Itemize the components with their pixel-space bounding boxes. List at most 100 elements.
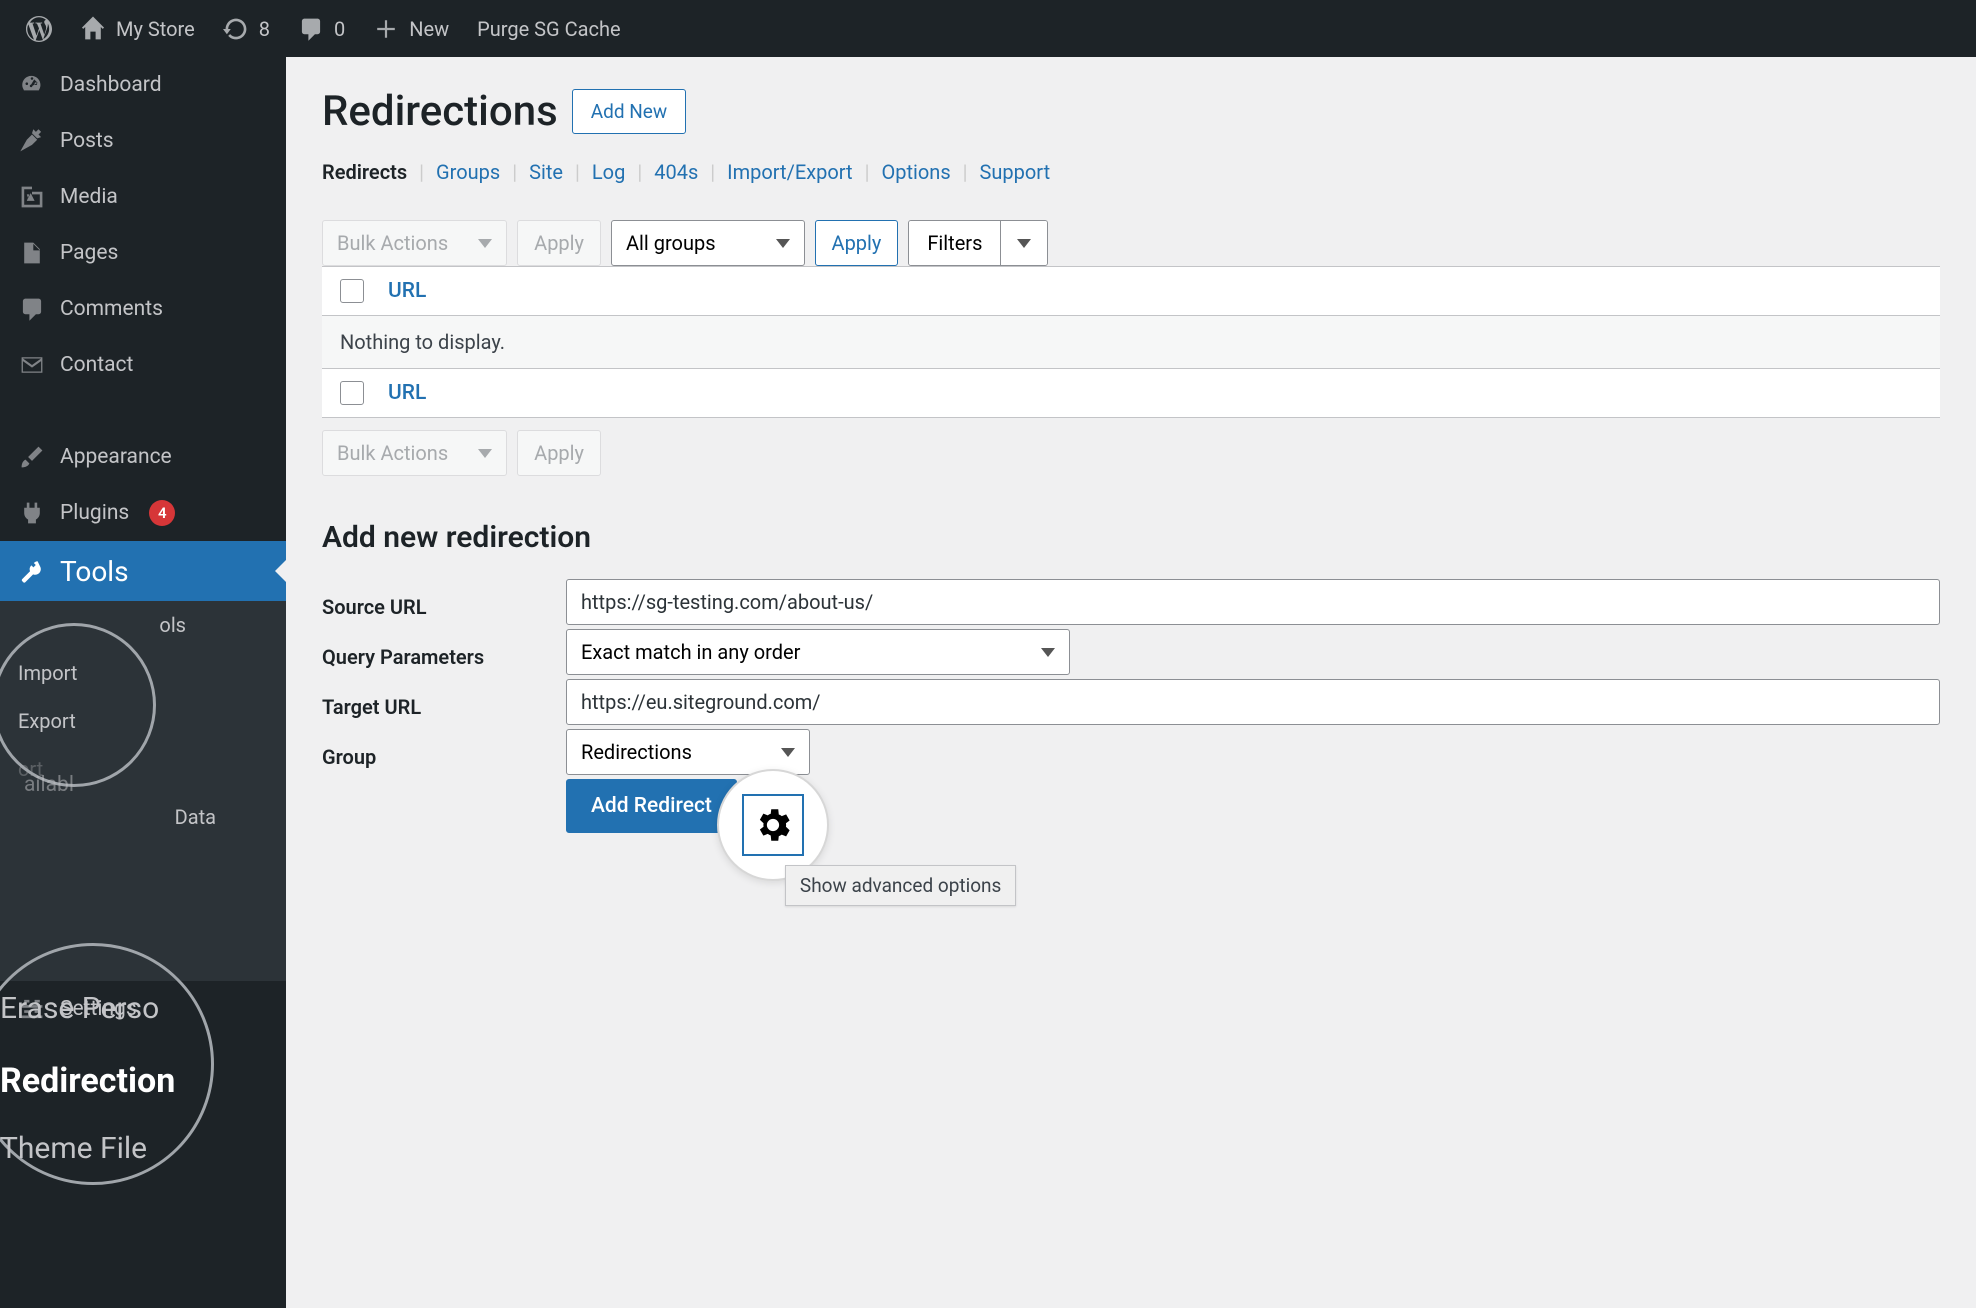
main-content: Redirections Add New Redirects| Groups| … [286, 57, 1976, 1308]
submenu-redirection[interactable] [0, 865, 286, 911]
filters-dropdown[interactable]: Filters [908, 220, 1048, 266]
submenu-available-tools[interactable]: ols [0, 601, 286, 649]
menu-dashboard[interactable]: Dashboard [0, 57, 286, 113]
wp-logo[interactable] [12, 0, 66, 57]
subnav-groups[interactable]: Groups [436, 160, 500, 184]
query-params-label: Query Parameters [322, 635, 566, 669]
subnav-import-export[interactable]: Import/Export [727, 160, 852, 184]
wordpress-icon [26, 16, 52, 42]
submenu-tools: ols Import Export ort Data [0, 601, 286, 981]
filter-apply-button[interactable]: Apply [815, 220, 899, 266]
new-content-link[interactable]: New [359, 0, 463, 57]
menu-plugins-label: Plugins [60, 501, 129, 525]
subnav: Redirects| Groups| Site| Log| 404s| Impo… [322, 160, 1940, 184]
settings-icon [18, 995, 46, 1023]
updates-icon [223, 16, 249, 42]
advanced-options-button[interactable] [742, 794, 804, 856]
select-all-checkbox-footer[interactable] [340, 381, 364, 405]
submenu-erase-data[interactable] [0, 841, 286, 865]
chevron-down-icon [781, 748, 795, 757]
menu-tools-label: Tools [60, 555, 129, 588]
plug-icon [18, 499, 46, 527]
query-params-select[interactable]: Exact match in any order [566, 629, 1070, 675]
submenu-import[interactable]: Import [0, 649, 286, 697]
source-url-label: Source URL [322, 585, 566, 619]
menu-pages-label: Pages [60, 241, 118, 265]
query-params-value: Exact match in any order [581, 640, 800, 664]
home-icon [80, 16, 106, 42]
bulk-apply-button-bottom[interactable]: Apply [517, 430, 601, 476]
submenu-export-data[interactable]: Data [0, 793, 286, 841]
group-value: Redirections [581, 740, 692, 764]
table-empty-message: Nothing to display. [322, 315, 1940, 369]
select-all-checkbox[interactable] [340, 279, 364, 303]
overlay-redirection: Redirection [0, 1061, 175, 1101]
menu-settings[interactable]: Settings [0, 981, 286, 1037]
bulk-actions-label-bottom: Bulk Actions [337, 441, 448, 465]
menu-appearance[interactable]: Appearance [0, 429, 286, 485]
submenu-sitehealth[interactable]: ort [0, 745, 286, 793]
pin-icon [18, 127, 46, 155]
comments-count: 0 [334, 17, 345, 41]
page-title: Redirections [322, 87, 558, 136]
url-column-header[interactable]: URL [388, 279, 426, 303]
menu-posts[interactable]: Posts [0, 113, 286, 169]
bulk-actions-select[interactable]: Bulk Actions [322, 220, 507, 266]
url-column-footer[interactable]: URL [388, 381, 426, 405]
filters-label: Filters [909, 221, 1000, 265]
submenu-export[interactable]: Export [0, 697, 286, 745]
plus-icon [373, 16, 399, 42]
menu-plugins[interactable]: Plugins 4 [0, 485, 286, 541]
purge-cache-link[interactable]: Purge SG Cache [463, 0, 634, 57]
comments-link[interactable]: 0 [284, 0, 359, 57]
updates-link[interactable]: 8 [209, 0, 284, 57]
menu-contact-label: Contact [60, 353, 133, 377]
menu-media[interactable]: Media [0, 169, 286, 225]
subnav-log[interactable]: Log [592, 160, 625, 184]
add-new-button[interactable]: Add New [572, 89, 686, 134]
comment-icon [18, 295, 46, 323]
admin-bar: My Store 8 0 New Purge SG Cache [0, 0, 1976, 57]
chevron-down-icon [1041, 648, 1055, 657]
envelope-icon [18, 351, 46, 379]
media-icon [18, 183, 46, 211]
chevron-down-icon [1017, 239, 1031, 248]
subnav-redirects[interactable]: Redirects [322, 160, 407, 184]
menu-contact[interactable]: Contact [0, 337, 286, 393]
menu-comments[interactable]: Comments [0, 281, 286, 337]
subnav-404s[interactable]: 404s [654, 160, 698, 184]
menu-posts-label: Posts [60, 129, 114, 153]
source-url-input[interactable] [566, 579, 1940, 625]
brush-icon [18, 443, 46, 471]
bulk-actions-select-bottom[interactable]: Bulk Actions [322, 430, 507, 476]
group-label: Group [322, 735, 566, 769]
site-name-link[interactable]: My Store [66, 0, 209, 57]
subnav-support[interactable]: Support [980, 160, 1051, 184]
comment-icon [298, 16, 324, 42]
submenu-themefile[interactable] [0, 911, 286, 981]
redirects-table: URL Nothing to display. URL [322, 266, 1940, 418]
group-filter-select[interactable]: All groups [611, 220, 805, 266]
menu-tools[interactable]: Tools [0, 541, 286, 601]
bulk-actions-label: Bulk Actions [337, 231, 448, 255]
menu-appearance-label: Appearance [60, 445, 172, 469]
updates-count: 8 [259, 17, 270, 41]
target-url-input[interactable] [566, 679, 1940, 725]
subnav-options[interactable]: Options [881, 160, 950, 184]
plugins-badge: 4 [149, 500, 175, 526]
subnav-site[interactable]: Site [529, 160, 563, 184]
target-url-label: Target URL [322, 685, 566, 719]
add-redirection-heading: Add new redirection [322, 520, 1940, 555]
purge-label: Purge SG Cache [477, 17, 620, 41]
bulk-apply-button[interactable]: Apply [517, 220, 601, 266]
menu-settings-label: Settings [60, 997, 137, 1021]
gear-icon [752, 804, 794, 846]
menu-dashboard-label: Dashboard [60, 73, 162, 97]
menu-pages[interactable]: Pages [0, 225, 286, 281]
site-name-label: My Store [116, 17, 195, 41]
add-redirect-button[interactable]: Add Redirect [566, 779, 737, 833]
wrench-icon [18, 557, 46, 585]
menu-media-label: Media [60, 185, 118, 209]
chevron-down-icon [776, 239, 790, 248]
new-label: New [409, 17, 449, 41]
